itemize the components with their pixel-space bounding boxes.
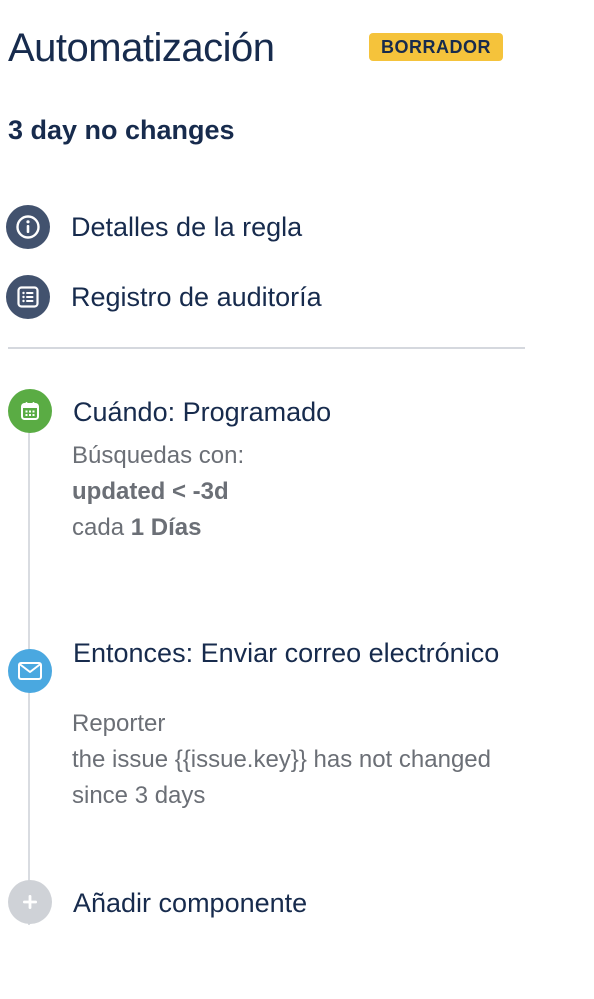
calendar-icon[interactable] [8, 389, 52, 433]
action-step-title[interactable]: Entonces: Enviar correo electrónico [73, 636, 533, 671]
add-component-button[interactable]: Añadir componente [73, 886, 533, 921]
nav-item-audit-log[interactable]: Registro de auditoría [6, 275, 526, 319]
nav-item-rule-details[interactable]: Detalles de la regla [6, 205, 526, 249]
trigger-frequency: cada 1 Días [72, 514, 202, 541]
action-subject-line-1: the issue {{issue.key}} has not changed [72, 746, 491, 773]
nav-item-label: Registro de auditoría [71, 281, 322, 312]
rule-name: 3 day no changes [8, 115, 235, 145]
trigger-step-title[interactable]: Cuándo: Programado [73, 395, 533, 430]
trigger-search-label: Búsquedas con: [72, 442, 245, 469]
plus-icon[interactable] [8, 880, 52, 924]
info-icon [6, 205, 50, 249]
nav-item-label: Detalles de la regla [71, 211, 303, 242]
trigger-jql: updated < -3d [72, 478, 229, 505]
page-title: Automatización [8, 26, 275, 70]
divider [8, 347, 525, 349]
list-icon [6, 275, 50, 319]
email-icon[interactable] [8, 649, 52, 693]
action-subject-line-2: since 3 days [72, 782, 206, 809]
status-badge: BORRADOR [369, 33, 503, 61]
automation-rule-panel: Automatización BORRADOR 3 day no changes… [0, 0, 594, 999]
action-recipient: Reporter [72, 710, 166, 737]
